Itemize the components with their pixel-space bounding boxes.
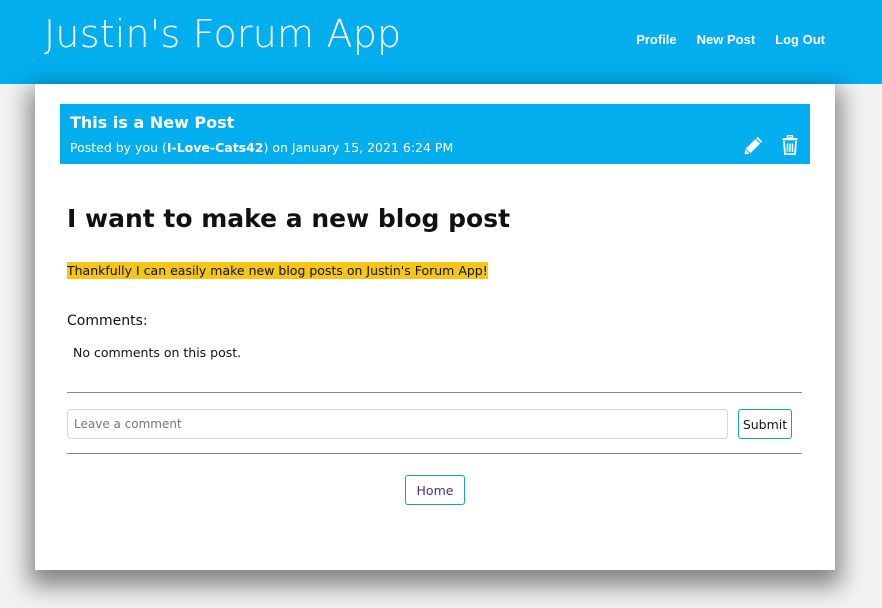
home-button[interactable]: Home [405,475,465,505]
divider-top [67,392,802,393]
pencil-icon[interactable] [744,134,764,156]
post-meta-prefix: Posted by you ( [70,140,167,155]
comment-input[interactable] [67,409,728,439]
navbar: Justin's Forum App Profile New Post Log … [0,0,882,84]
submit-button[interactable]: Submit [738,409,792,439]
trash-icon[interactable] [780,134,800,156]
comments-label: Comments: [67,313,148,329]
nav-profile-link[interactable]: Profile [636,32,676,47]
post-meta: Posted by you (I-Love-Cats42) on January… [70,140,453,155]
no-comments-text: No comments on this post. [73,345,242,360]
divider-bottom [67,453,802,454]
post-header: This is a New Post Posted by you (I-Love… [60,104,810,164]
post-title: This is a New Post [70,113,235,132]
post-meta-suffix: ) on January 15, 2021 6:24 PM [263,140,454,155]
post-author: I-Love-Cats42 [166,140,264,155]
post-card: This is a New Post Posted by you (I-Love… [35,84,835,570]
post-heading: I want to make a new blog post [67,204,511,233]
nav-links: Profile New Post Log Out [636,32,825,47]
nav-log-out-link[interactable]: Log Out [775,32,825,47]
post-body: Thankfully I can easily make new blog po… [67,262,488,279]
nav-new-post-link[interactable]: New Post [697,32,756,47]
brand-link[interactable]: Justin's Forum App [44,12,401,56]
